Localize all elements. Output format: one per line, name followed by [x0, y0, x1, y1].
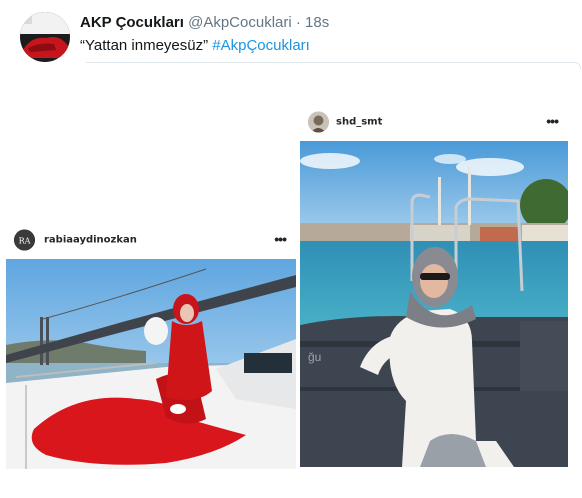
- post-photo[interactable]: [6, 259, 296, 469]
- avatar-monogram: RA: [19, 237, 31, 246]
- tweet-author-line: AKP Çocukları @AkpCocuklari · 18s: [80, 14, 329, 31]
- post-avatar[interactable]: RA: [14, 229, 35, 251]
- tweet-quote: “Yattan inmeyesüz”: [80, 37, 209, 54]
- post-avatar[interactable]: [308, 111, 329, 133]
- post-username[interactable]: shd_smt: [336, 117, 382, 128]
- user-avatar[interactable]: [20, 12, 70, 62]
- more-dots-icon[interactable]: •••: [546, 113, 559, 129]
- post-username[interactable]: rabiaaydinozkan: [44, 235, 137, 246]
- post-photo[interactable]: ğu: [300, 141, 568, 467]
- hashtag-link[interactable]: #AkpÇocukları: [212, 37, 310, 54]
- tweet-text: “Yattan inmeyesüz” #AkpÇocukları: [80, 37, 310, 54]
- post-header: shd_smt •••: [300, 107, 568, 137]
- instagram-post-2: shd_smt ••• ğu: [300, 107, 568, 469]
- display-name[interactable]: AKP Çocukları: [80, 14, 184, 31]
- instagram-post-1: RA rabiaaydinozkan •••: [6, 225, 296, 469]
- user-handle[interactable]: @AkpCocuklari: [188, 14, 292, 31]
- timestamp[interactable]: 18s: [305, 14, 329, 31]
- more-dots-icon[interactable]: •••: [274, 231, 287, 247]
- photo-overlay-text: ğu: [308, 350, 321, 364]
- post-header: RA rabiaaydinozkan •••: [6, 225, 296, 255]
- separator: ·: [295, 14, 301, 31]
- media-frame-divider: [86, 62, 581, 69]
- tweet-header: AKP Çocukları @AkpCocuklari · 18s “Yatta…: [20, 10, 570, 70]
